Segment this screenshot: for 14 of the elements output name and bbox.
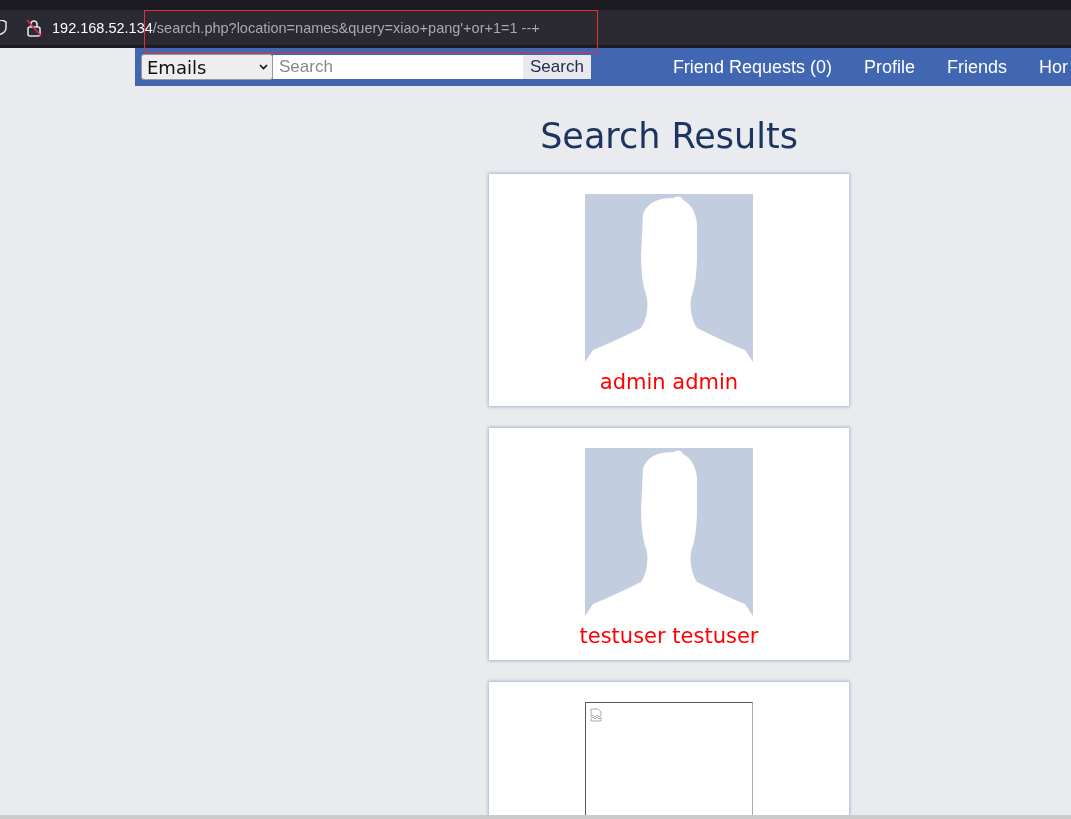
search-field[interactable]: Search [273,55,523,79]
page-title: Search Results [539,115,799,158]
user-name-link[interactable]: testuser testuser [579,622,759,650]
nav-link[interactable]: Friends [947,56,1007,78]
user-name-link[interactable]: admin admin [599,368,739,396]
search-button[interactable]: Search [523,55,591,79]
chevron-down-icon [259,64,268,70]
nav-link[interactable]: Profile [863,56,915,78]
lock-icon[interactable] [26,18,42,37]
broken-image-icon [590,708,603,722]
nav-link[interactable]: Friend Requests (0) [672,56,832,78]
shield-icon[interactable] [0,19,8,36]
nav-link[interactable]: Hor [1039,56,1069,78]
filter-dropdown[interactable]: Emails [141,54,273,80]
